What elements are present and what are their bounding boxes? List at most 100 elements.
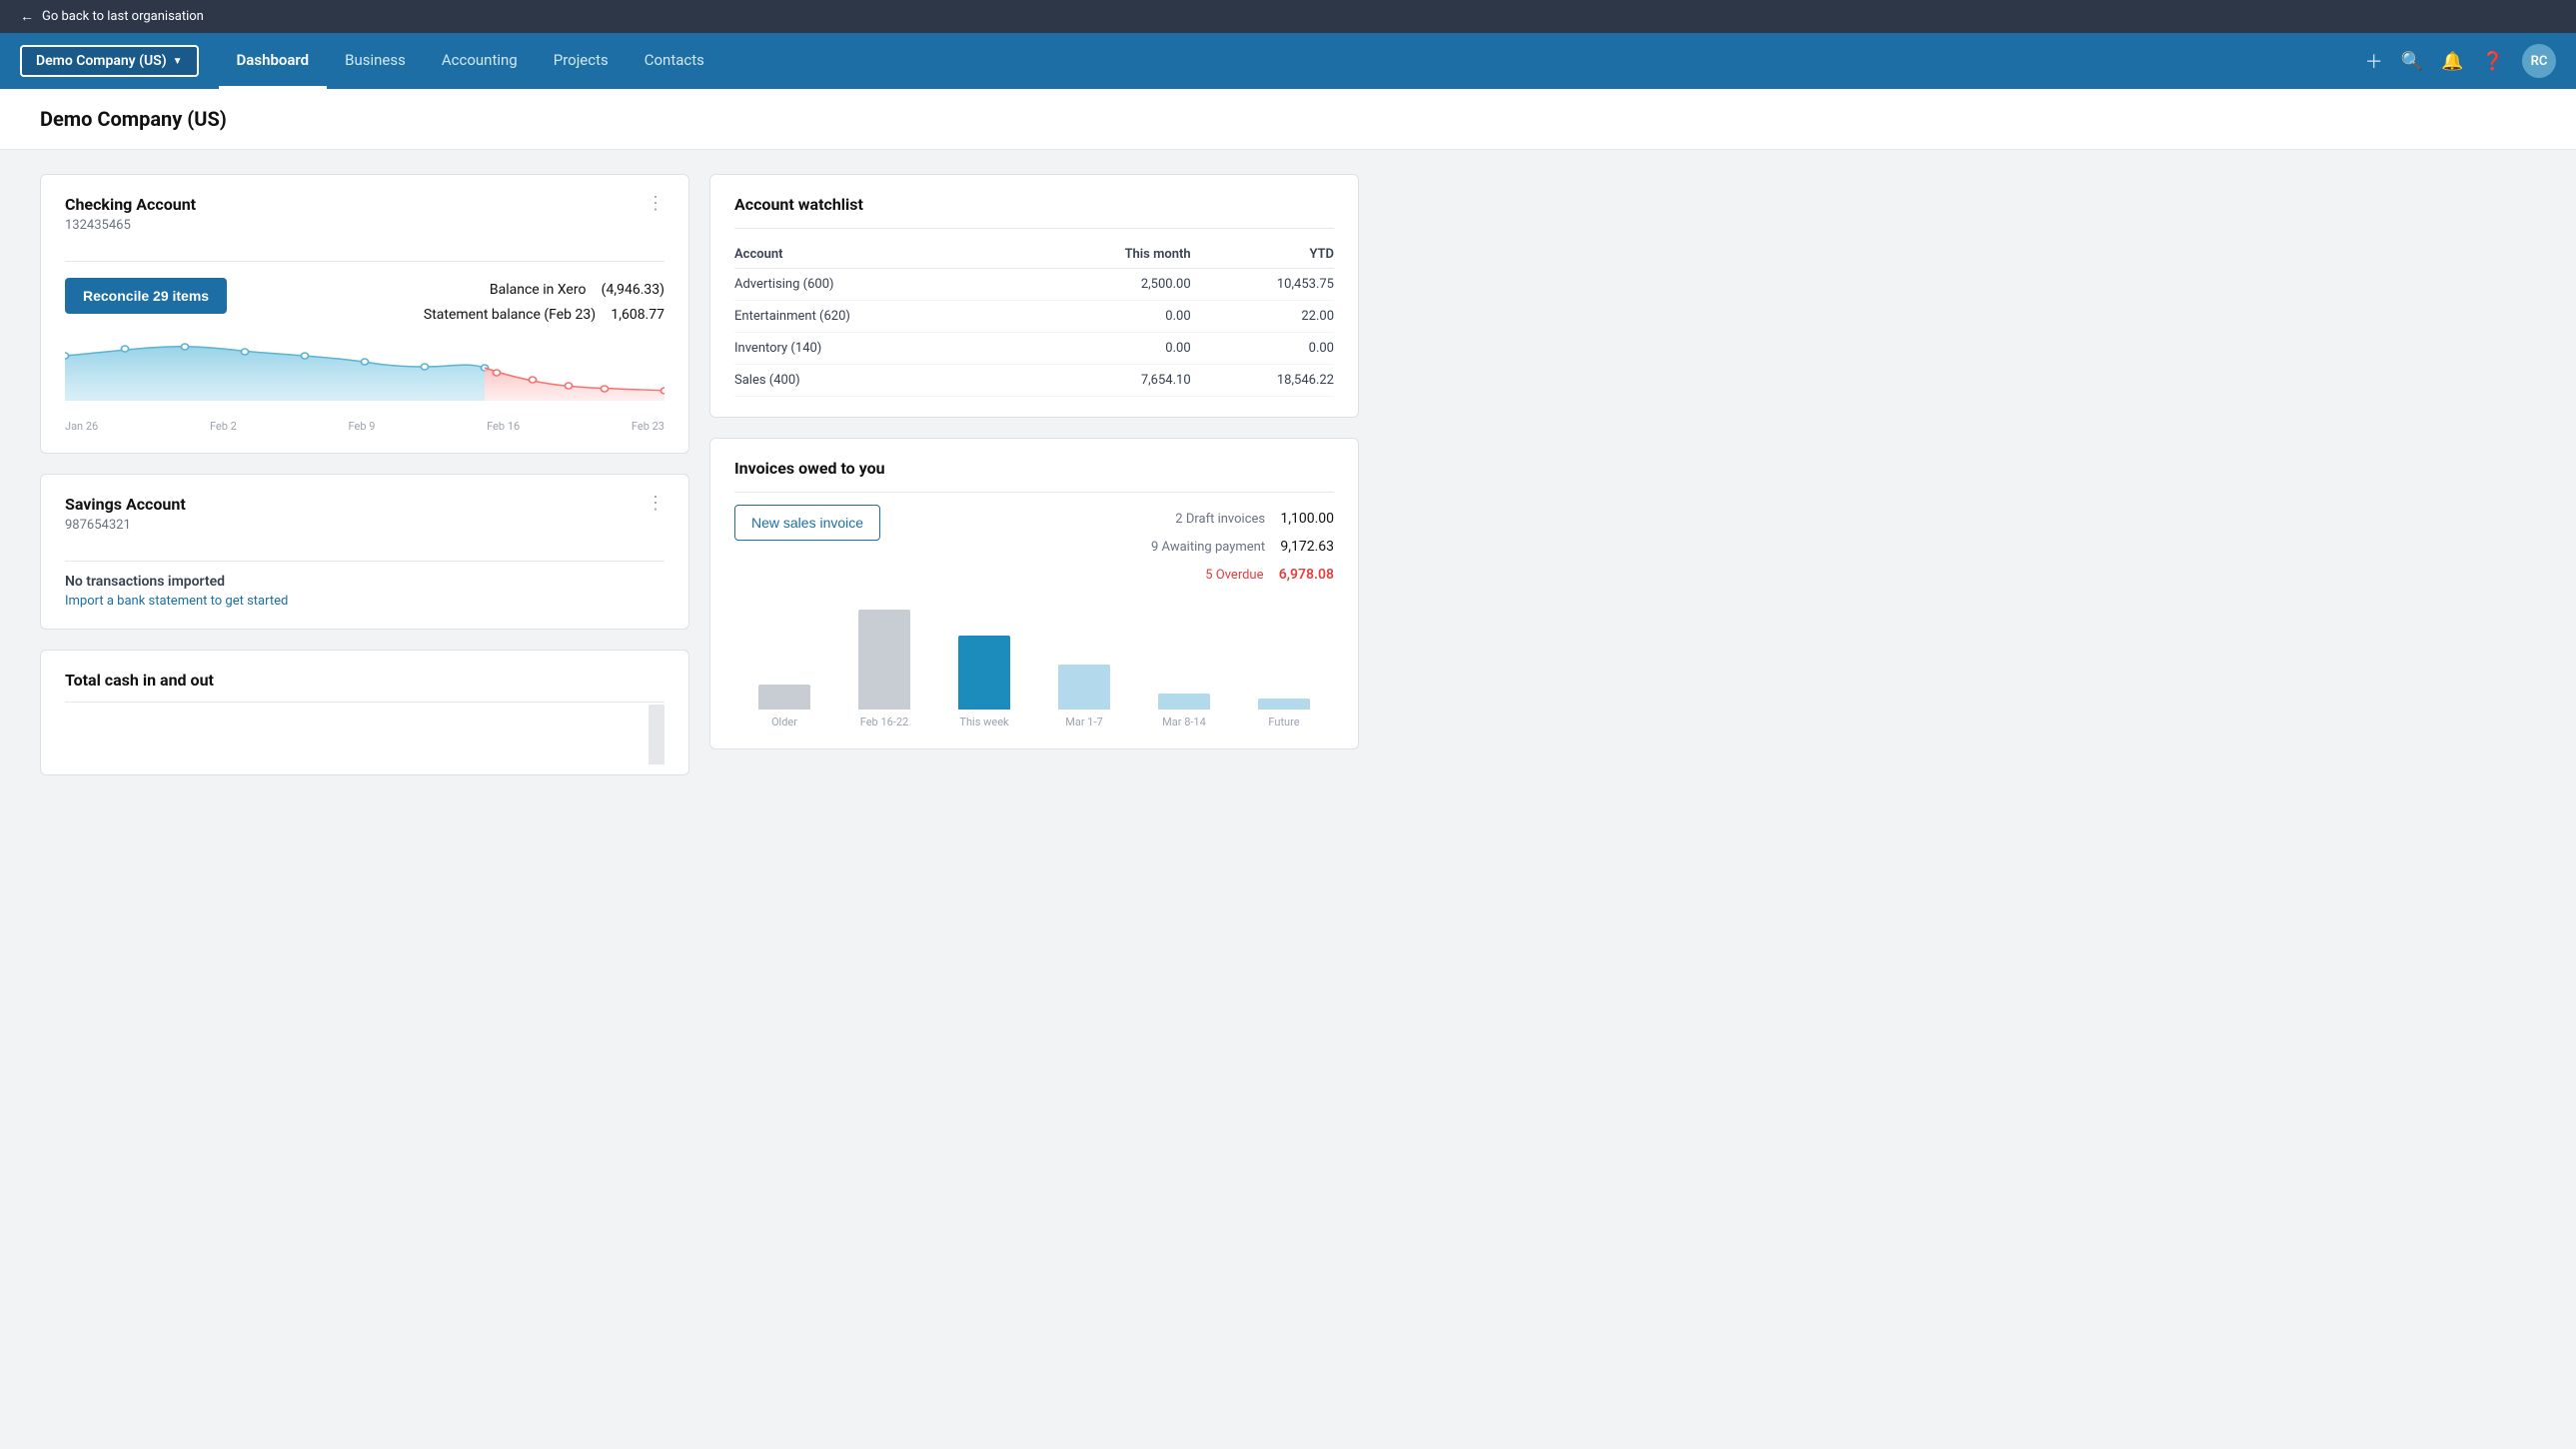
sparkline-dot (361, 359, 368, 365)
watchlist-row: Inventory (140) 0.00 0.00 (734, 333, 1334, 365)
savings-account-number: 987654321 (65, 518, 186, 533)
chart-label-feb9: Feb 9 (349, 420, 376, 433)
chart-label-feb16: Feb 16 (487, 420, 520, 433)
sparkline-dot (65, 353, 69, 359)
savings-menu-icon[interactable]: ⋮ (646, 495, 664, 513)
new-invoice-button[interactable]: New sales invoice (734, 505, 880, 541)
watchlist-row: Entertainment (620) 0.00 22.00 (734, 301, 1334, 333)
checking-title-group: Checking Account 132435465 (65, 195, 196, 249)
bar-chart-wrap: OlderFeb 16-22This weekMar 1-7Mar 8-14Fu… (734, 609, 1334, 728)
left-column: Checking Account 132435465 ⋮ Reconcile 2… (40, 174, 689, 775)
checking-chart-labels: Jan 26 Feb 2 Feb 9 Feb 16 Feb 23 (65, 420, 664, 433)
draft-label: 2 Draft invoices (1175, 512, 1265, 527)
watchlist-account: Sales (400) (734, 365, 1025, 397)
savings-account-card: Savings Account 987654321 ⋮ No transacti… (40, 474, 689, 630)
chart-label-feb2: Feb 2 (210, 420, 237, 433)
awaiting-amount: 9,172.63 (1280, 539, 1334, 555)
search-icon[interactable]: 🔍 (2401, 51, 2423, 72)
checking-account-card: Checking Account 132435465 ⋮ Reconcile 2… (40, 174, 689, 454)
dropdown-chevron-icon: ▼ (173, 56, 183, 67)
main-content: Checking Account 132435465 ⋮ Reconcile 2… (0, 150, 1399, 799)
reconcile-button[interactable]: Reconcile 29 items (65, 278, 227, 314)
nav-item-contacts[interactable]: Contacts (627, 33, 722, 89)
add-icon[interactable]: ＋ (2365, 48, 2383, 74)
watchlist-ytd: 22.00 (1191, 301, 1334, 333)
bar-label: Mar 8-14 (1162, 716, 1206, 728)
sparkline-svg (65, 336, 664, 416)
sparkline-dot (660, 388, 664, 394)
awaiting-row: 9 Awaiting payment 9,172.63 (920, 533, 1334, 561)
watchlist-account: Advertising (600) (734, 269, 1025, 301)
watchlist-this-month: 0.00 (1025, 333, 1191, 365)
bar-group: Older (734, 609, 834, 728)
bar-label: This week (959, 716, 1008, 728)
balance-xero-row: Balance in Xero (4,946.33) (412, 278, 664, 303)
nav-item-accounting[interactable]: Accounting (424, 33, 536, 89)
savings-title: Savings Account (65, 495, 186, 514)
checking-title: Checking Account (65, 195, 196, 214)
avatar[interactable]: RC (2522, 44, 2556, 78)
sparkline-dot (121, 346, 128, 352)
watchlist-title: Account watchlist (734, 195, 1334, 214)
sparkline-dot (493, 370, 500, 376)
nav-items: Dashboard Business Accounting Projects C… (219, 33, 2365, 89)
sparkline-dot (601, 386, 608, 392)
no-transactions-label: No transactions imported (65, 574, 664, 590)
sparkline-dot (421, 364, 428, 370)
watchlist-this-month: 0.00 (1025, 301, 1191, 333)
total-cash-chart-placeholder (65, 715, 664, 754)
bar-label: Future (1268, 716, 1299, 728)
sparkline-dot (529, 377, 536, 383)
main-nav: Demo Company (US) ▼ Dashboard Business A… (0, 33, 2576, 89)
no-transactions-text: No transactions imported Import a bank s… (65, 574, 664, 609)
watchlist-col-this-month: This month (1025, 241, 1191, 269)
overdue-label: 5 Overdue (1205, 568, 1263, 583)
balance-xero-label: Balance in Xero (490, 282, 587, 298)
checking-header-row: Checking Account 132435465 ⋮ (65, 195, 664, 249)
right-column: Account watchlist Account This month YTD… (709, 174, 1359, 775)
invoice-stats: 2 Draft invoices 1,100.00 9 Awaiting pay… (920, 505, 1334, 589)
invoices-card: Invoices owed to you New sales invoice 2… (709, 438, 1359, 749)
checking-menu-icon[interactable]: ⋮ (646, 195, 664, 213)
watchlist-account: Inventory (140) (734, 333, 1025, 365)
chart-label-feb23: Feb 23 (632, 420, 664, 433)
nav-item-dashboard[interactable]: Dashboard (219, 33, 328, 89)
nav-item-business[interactable]: Business (327, 33, 424, 89)
bar-group: Mar 8-14 (1134, 609, 1234, 728)
invoices-top-section: New sales invoice 2 Draft invoices 1,100… (734, 505, 1334, 589)
bar-label: Mar 1-7 (1065, 716, 1102, 728)
draft-amount: 1,100.00 (1280, 511, 1334, 527)
bar (1158, 694, 1210, 710)
notifications-icon[interactable]: 🔔 (2441, 51, 2463, 72)
overdue-amount: 6,978.08 (1279, 567, 1334, 583)
bar (758, 685, 810, 710)
checking-balance-section: Reconcile 29 items Balance in Xero (4,94… (65, 278, 664, 328)
total-cash-title: Total cash in and out (65, 671, 664, 690)
topbar-label[interactable]: Go back to last organisation (42, 9, 204, 24)
watchlist-this-month: 7,654.10 (1025, 365, 1191, 397)
sparkline-dot (241, 349, 248, 355)
nav-right: ＋ 🔍 🔔 ❓ RC (2365, 44, 2556, 78)
watchlist-ytd: 0.00 (1191, 333, 1334, 365)
sparkline-dot (181, 344, 188, 350)
invoices-bar-chart: OlderFeb 16-22This weekMar 1-7Mar 8-14Fu… (734, 609, 1334, 728)
watchlist-ytd: 18,546.22 (1191, 365, 1334, 397)
bar-group: Mar 1-7 (1034, 609, 1134, 728)
bar-group: This week (934, 609, 1034, 728)
overdue-row: 5 Overdue 6,978.08 (920, 561, 1334, 589)
nav-item-projects[interactable]: Projects (536, 33, 627, 89)
topbar: ← Go back to last organisation (0, 0, 2576, 33)
watchlist-row: Advertising (600) 2,500.00 10,453.75 (734, 269, 1334, 301)
bar-group: Future (1234, 609, 1334, 728)
draft-invoices-row: 2 Draft invoices 1,100.00 (920, 505, 1334, 533)
company-selector[interactable]: Demo Company (US) ▼ (20, 45, 199, 77)
import-link[interactable]: Import a bank statement to get started (65, 594, 288, 609)
sparkline-blue-area (65, 347, 485, 401)
savings-header-row: Savings Account 987654321 ⋮ (65, 495, 664, 549)
help-icon[interactable]: ❓ (2482, 51, 2504, 72)
page-header: Demo Company (US) (0, 89, 2576, 150)
sparkline-dot (301, 353, 308, 359)
page-title: Demo Company (US) (40, 107, 2536, 131)
invoices-title: Invoices owed to you (734, 459, 1334, 478)
bar (1058, 665, 1110, 710)
